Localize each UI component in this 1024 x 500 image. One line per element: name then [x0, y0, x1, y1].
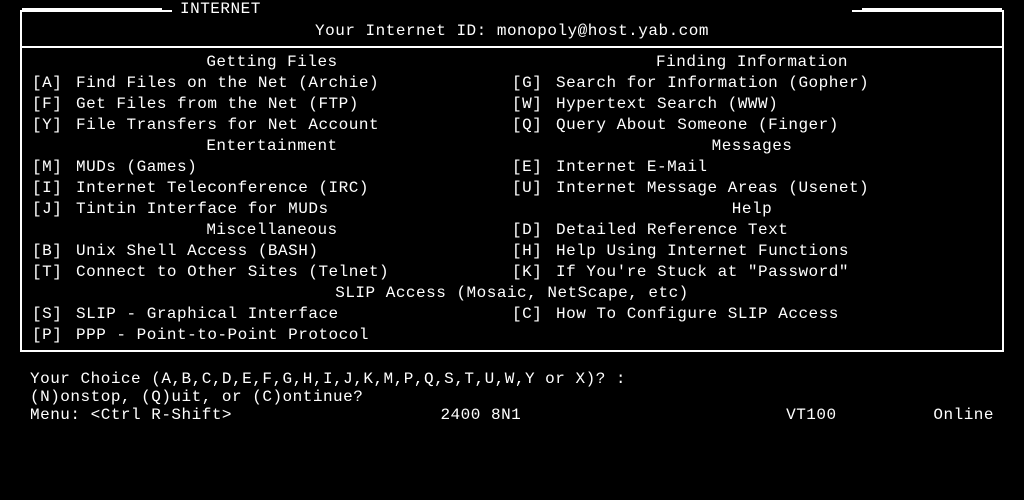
key-c: [C] — [512, 304, 556, 325]
menu-item-f[interactable]: [F]Get Files from the Net (FTP) — [32, 94, 512, 115]
key-a: [A] — [32, 73, 76, 94]
menu-item-u[interactable]: [U]Internet Message Areas (Usenet) — [512, 178, 992, 199]
menu-item-b[interactable]: [B]Unix Shell Access (BASH) — [32, 241, 512, 262]
menu-item-k[interactable]: [K]If You're Stuck at "Password" — [512, 262, 992, 283]
label-w: Hypertext Search (WWW) — [556, 94, 992, 115]
label-h: Help Using Internet Functions — [556, 241, 992, 262]
menu-item-g[interactable]: [G]Search for Information (Gopher) — [512, 73, 992, 94]
label-u: Internet Message Areas (Usenet) — [556, 178, 992, 199]
label-e: Internet E-Mail — [556, 157, 992, 178]
label-d: Detailed Reference Text — [556, 220, 992, 241]
key-s: [S] — [32, 304, 76, 325]
menu-item-j[interactable]: [J]Tintin Interface for MUDs — [32, 199, 512, 220]
menu-item-s[interactable]: [S]SLIP - Graphical Interface — [32, 304, 512, 325]
heading-help: Help — [512, 199, 992, 220]
heading-slip: SLIP Access (Mosaic, NetScape, etc) — [32, 283, 992, 304]
menu-item-a[interactable]: [A]Find Files on the Net (Archie) — [32, 73, 512, 94]
status-menu: Menu: <Ctrl R-Shift> — [30, 406, 440, 424]
status-baud: 2400 8N1 — [440, 406, 786, 424]
key-w: [W] — [512, 94, 556, 115]
menu-item-m[interactable]: [M]MUDs (Games) — [32, 157, 512, 178]
heading-messages: Messages — [512, 136, 992, 157]
label-y: File Transfers for Net Account — [76, 115, 512, 136]
title-text: INTERNET — [172, 0, 852, 18]
key-q: [Q] — [512, 115, 556, 136]
heading-finding-info: Finding Information — [512, 52, 992, 73]
label-k: If You're Stuck at "Password" — [556, 262, 992, 283]
title-line-right — [862, 8, 1002, 10]
key-h: [H] — [512, 241, 556, 262]
status-bar: Menu: <Ctrl R-Shift> 2400 8N1 VT100 Onli… — [20, 406, 1004, 424]
label-g: Search for Information (Gopher) — [556, 73, 992, 94]
continue-prompt[interactable]: (N)onstop, (Q)uit, or (C)ontinue? — [30, 388, 1004, 406]
menu-box: INTERNET Your Internet ID: monopoly@host… — [20, 10, 1004, 352]
menu-item-h[interactable]: [H]Help Using Internet Functions — [512, 241, 992, 262]
label-j: Tintin Interface for MUDs — [76, 199, 512, 220]
label-i: Internet Teleconference (IRC) — [76, 178, 512, 199]
key-m: [M] — [32, 157, 76, 178]
menu-item-e[interactable]: [E]Internet E-Mail — [512, 157, 992, 178]
label-f: Get Files from the Net (FTP) — [76, 94, 512, 115]
heading-misc: Miscellaneous — [32, 220, 512, 241]
heading-entertainment: Entertainment — [32, 136, 512, 157]
menu-item-d[interactable]: [D]Detailed Reference Text — [512, 220, 992, 241]
heading-getting-files: Getting Files — [32, 52, 512, 73]
status-online: Online — [933, 406, 994, 424]
key-k: [K] — [512, 262, 556, 283]
key-f: [F] — [32, 94, 76, 115]
key-d: [D] — [512, 220, 556, 241]
title-line-left — [22, 8, 162, 10]
menu-item-y[interactable]: [Y]File Transfers for Net Account — [32, 115, 512, 136]
box-title: INTERNET — [22, 0, 1002, 18]
key-j: [J] — [32, 199, 76, 220]
key-u: [U] — [512, 178, 556, 199]
label-q: Query About Someone (Finger) — [556, 115, 992, 136]
menu-item-i[interactable]: [I]Internet Teleconference (IRC) — [32, 178, 512, 199]
label-a: Find Files on the Net (Archie) — [76, 73, 512, 94]
label-m: MUDs (Games) — [76, 157, 512, 178]
key-e: [E] — [512, 157, 556, 178]
key-g: [G] — [512, 73, 556, 94]
menu-item-q[interactable]: [Q]Query About Someone (Finger) — [512, 115, 992, 136]
label-c: How To Configure SLIP Access — [556, 304, 992, 325]
key-y: [Y] — [32, 115, 76, 136]
label-b: Unix Shell Access (BASH) — [76, 241, 512, 262]
status-term: VT100 — [786, 406, 933, 424]
key-b: [B] — [32, 241, 76, 262]
menu-item-c[interactable]: [C]How To Configure SLIP Access — [512, 304, 992, 325]
menu-item-t[interactable]: [T]Connect to Other Sites (Telnet) — [32, 262, 512, 283]
key-p: [P] — [32, 325, 76, 346]
menu-item-p[interactable]: [P]PPP - Point-to-Point Protocol — [32, 325, 512, 346]
key-t: [T] — [32, 262, 76, 283]
internet-id: Your Internet ID: monopoly@host.yab.com — [22, 20, 1002, 48]
key-i: [I] — [32, 178, 76, 199]
label-s: SLIP - Graphical Interface — [76, 304, 512, 325]
menu-item-w[interactable]: [W]Hypertext Search (WWW) — [512, 94, 992, 115]
label-p: PPP - Point-to-Point Protocol — [76, 325, 512, 346]
label-t: Connect to Other Sites (Telnet) — [76, 262, 512, 283]
choice-prompt[interactable]: Your Choice (A,B,C,D,E,F,G,H,I,J,K,M,P,Q… — [30, 370, 1004, 388]
